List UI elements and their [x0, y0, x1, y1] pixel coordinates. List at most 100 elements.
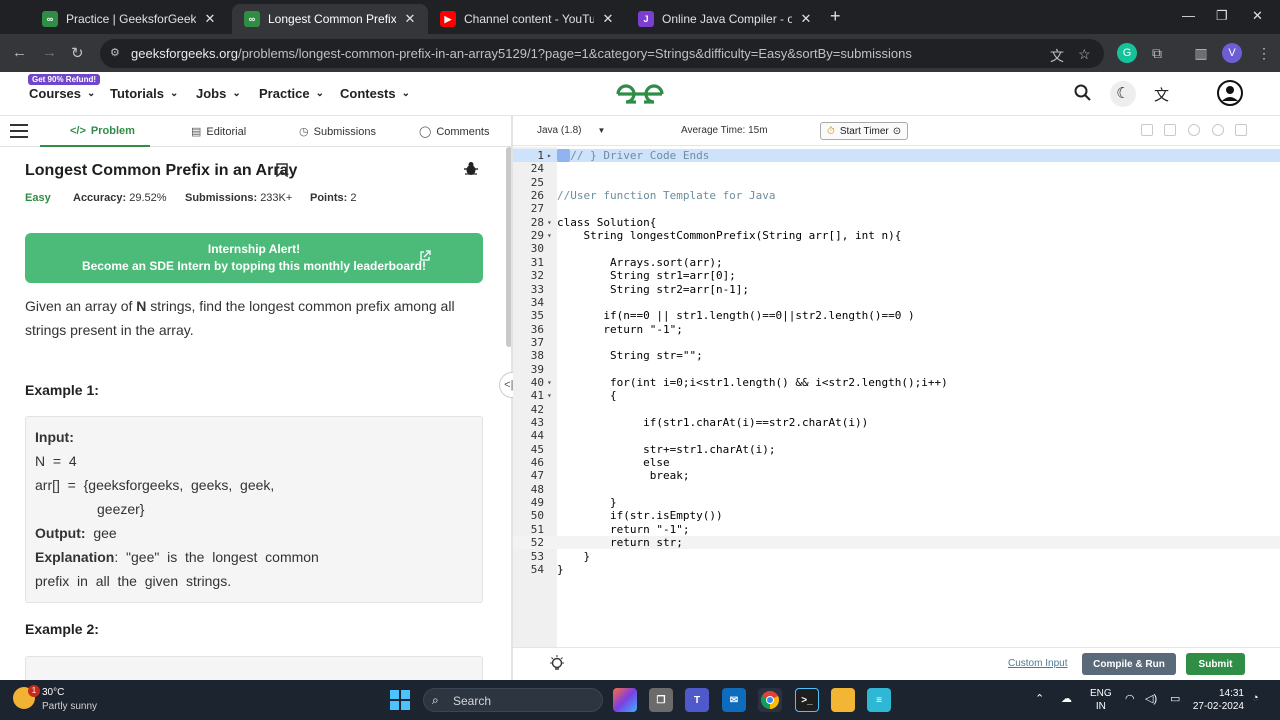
browser-tab-youtube[interactable]: ▶ Channel content - YouTube Stu ✕	[428, 4, 626, 34]
code-line[interactable]: 36 return "-1";	[513, 323, 1280, 336]
code-line[interactable]: 41 ▾ {	[513, 389, 1280, 402]
site-info-icon[interactable]: ⚙	[110, 46, 124, 60]
search-icon[interactable]	[1074, 84, 1092, 107]
code-line[interactable]: 53 }	[513, 550, 1280, 563]
url-omnibox[interactable]: ⚙ geeksforgeeks.org/problems/longest-com…	[100, 39, 1104, 68]
fold-toggle-icon[interactable]: ▾	[547, 216, 552, 229]
fold-toggle-icon[interactable]: ▾	[547, 389, 552, 402]
browser-tab-longest-prefix[interactable]: ∞ Longest Common Prefix in an A ✕	[232, 4, 428, 34]
code-line[interactable]: 43 if(str1.charAt(i)==str2.charAt(i))	[513, 416, 1280, 429]
code-line[interactable]: 30	[513, 242, 1280, 255]
code-line[interactable]: 26 //User function Template for Java	[513, 189, 1280, 202]
bookmark-icon[interactable]	[276, 163, 288, 180]
code-line[interactable]: 42	[513, 403, 1280, 416]
file-explorer-icon[interactable]	[831, 688, 855, 712]
extensions-icon[interactable]: ⧉	[1147, 43, 1167, 63]
internship-alert-banner[interactable]: Internship Alert! Become an SDE Intern b…	[25, 233, 483, 283]
start-timer-button[interactable]: ⏱ Start Timer ⊙	[820, 122, 909, 140]
folded-region-marker[interactable]: ……	[557, 149, 571, 162]
close-icon[interactable]: ✕	[798, 11, 814, 27]
notifications-icon[interactable]: ◔	[1252, 692, 1259, 704]
copilot-icon[interactable]	[613, 688, 637, 712]
fold-toggle-icon[interactable]: ▾	[547, 376, 552, 389]
code-line[interactable]: 31 Arrays.sort(arr);	[513, 256, 1280, 269]
restore-icon[interactable]: ❐	[1216, 8, 1228, 24]
task-view-icon[interactable]: ❐	[649, 688, 673, 712]
code-line[interactable]: 54}	[513, 563, 1280, 576]
code-line[interactable]: 50 if(str.isEmpty())	[513, 509, 1280, 522]
notepad-icon[interactable]: ≡	[867, 688, 891, 712]
mail-icon[interactable]: ✉	[722, 688, 746, 712]
refresh-icon[interactable]	[1212, 124, 1224, 136]
gfg-logo[interactable]	[614, 80, 666, 108]
nav-practice[interactable]: Practice ⌄	[259, 86, 324, 101]
minimize-icon[interactable]: —	[1182, 8, 1195, 23]
code-line[interactable]: 44	[513, 429, 1280, 442]
close-icon[interactable]: ✕	[402, 11, 418, 27]
code-line[interactable]: 35 if(n==0 || str1.length()==0||str2.len…	[513, 309, 1280, 322]
close-icon[interactable]: ✕	[600, 11, 616, 27]
code-line[interactable]: 40 ▾ for(int i=0;i<str1.length() && i<str…	[513, 376, 1280, 389]
settings-icon[interactable]	[1188, 124, 1200, 136]
code-line[interactable]: 49 }	[513, 496, 1280, 509]
language-select[interactable]: Java (1.8) ▼	[537, 125, 605, 136]
custom-input-link[interactable]: Custom Input	[1008, 658, 1067, 669]
side-panel-icon[interactable]: ▥	[1191, 43, 1211, 63]
taskbar-search[interactable]: ⌕ Search	[423, 688, 603, 712]
tab-comments[interactable]: ◯ Comments	[419, 125, 490, 139]
fold-toggle-icon[interactable]: ▸	[547, 149, 552, 162]
code-line[interactable]: 28 ▾ class Solution{	[513, 216, 1280, 229]
fullscreen-icon[interactable]	[1235, 124, 1247, 136]
dark-mode-icon[interactable]: ☾	[1110, 81, 1136, 107]
report-bug-icon[interactable]	[464, 161, 478, 180]
nav-tutorials[interactable]: Tutorials ⌄	[110, 86, 178, 101]
nav-contests[interactable]: Contests ⌄	[340, 86, 410, 101]
volume-icon[interactable]: ◁)	[1145, 692, 1157, 705]
bookmark-star-icon[interactable]: ☆	[1078, 46, 1091, 63]
weather-temperature[interactable]: 30°C	[42, 687, 64, 698]
browser-menu-icon[interactable]: ⋮	[1254, 43, 1274, 63]
code-line[interactable]: 33 String str2=arr[n-1];	[513, 283, 1280, 296]
translate-icon[interactable]: 文	[1050, 46, 1064, 66]
compile-run-button[interactable]: Compile & Run	[1082, 653, 1176, 675]
grammarly-extension-icon[interactable]: G	[1117, 43, 1137, 63]
code-line[interactable]: 52 return str;	[513, 536, 1280, 550]
lightbulb-icon[interactable]	[549, 655, 565, 677]
language-icon[interactable]: 文	[1154, 84, 1169, 105]
battery-icon[interactable]: ▭	[1170, 692, 1180, 705]
tab-editorial[interactable]: ▤ Editorial	[191, 125, 246, 139]
tab-problem[interactable]: </> Problem	[70, 125, 135, 137]
close-icon[interactable]: ✕	[202, 11, 218, 27]
code-line[interactable]: 39	[513, 363, 1280, 376]
terminal-icon[interactable]: >_	[795, 688, 819, 712]
code-line[interactable]: 27	[513, 202, 1280, 215]
weather-description[interactable]: Partly sunny	[42, 701, 97, 712]
back-icon[interactable]: ←	[12, 44, 27, 61]
windows-start-icon[interactable]	[390, 690, 410, 710]
language-indicator[interactable]: ENG IN	[1090, 687, 1112, 713]
reset-code-icon[interactable]	[1164, 124, 1176, 136]
code-line[interactable]: 38 String str="";	[513, 349, 1280, 362]
code-line[interactable]: 34	[513, 296, 1280, 309]
profile-avatar[interactable]: V	[1222, 43, 1242, 63]
code-line[interactable]: 45 str+=str1.charAt(i);	[513, 443, 1280, 456]
url-text[interactable]: geeksforgeeks.org/problems/longest-commo…	[131, 46, 912, 61]
submit-button[interactable]: Submit	[1186, 653, 1245, 675]
code-line[interactable]: 29 ▾ String longestCommonPrefix(String ar…	[513, 229, 1280, 242]
tray-overflow-icon[interactable]: ⌃	[1035, 692, 1044, 705]
code-line[interactable]: 1 ▸ ……// } Driver Code Ends	[513, 149, 1280, 162]
code-line[interactable]: 46 else	[513, 456, 1280, 469]
new-tab-icon[interactable]: +	[830, 6, 841, 27]
copy-icon[interactable]	[1141, 124, 1153, 136]
fold-toggle-icon[interactable]: ▾	[547, 229, 552, 242]
browser-tab-java-compiler[interactable]: J Online Java Compiler - online e ✕	[626, 4, 824, 34]
chrome-icon[interactable]	[758, 688, 782, 712]
system-clock[interactable]: 14:31 27-02-2024	[1192, 687, 1244, 713]
code-line[interactable]: 47 break;	[513, 469, 1280, 482]
wifi-icon[interactable]: ◠	[1125, 692, 1135, 705]
tab-submissions[interactable]: ◷ Submissions	[299, 125, 376, 139]
hamburger-menu-icon[interactable]	[10, 124, 28, 138]
reload-icon[interactable]: ↻	[71, 44, 84, 62]
code-line[interactable]: 25	[513, 176, 1280, 189]
browser-tab-practice[interactable]: ∞ Practice | GeeksforGeeks | A co ✕	[30, 4, 228, 34]
